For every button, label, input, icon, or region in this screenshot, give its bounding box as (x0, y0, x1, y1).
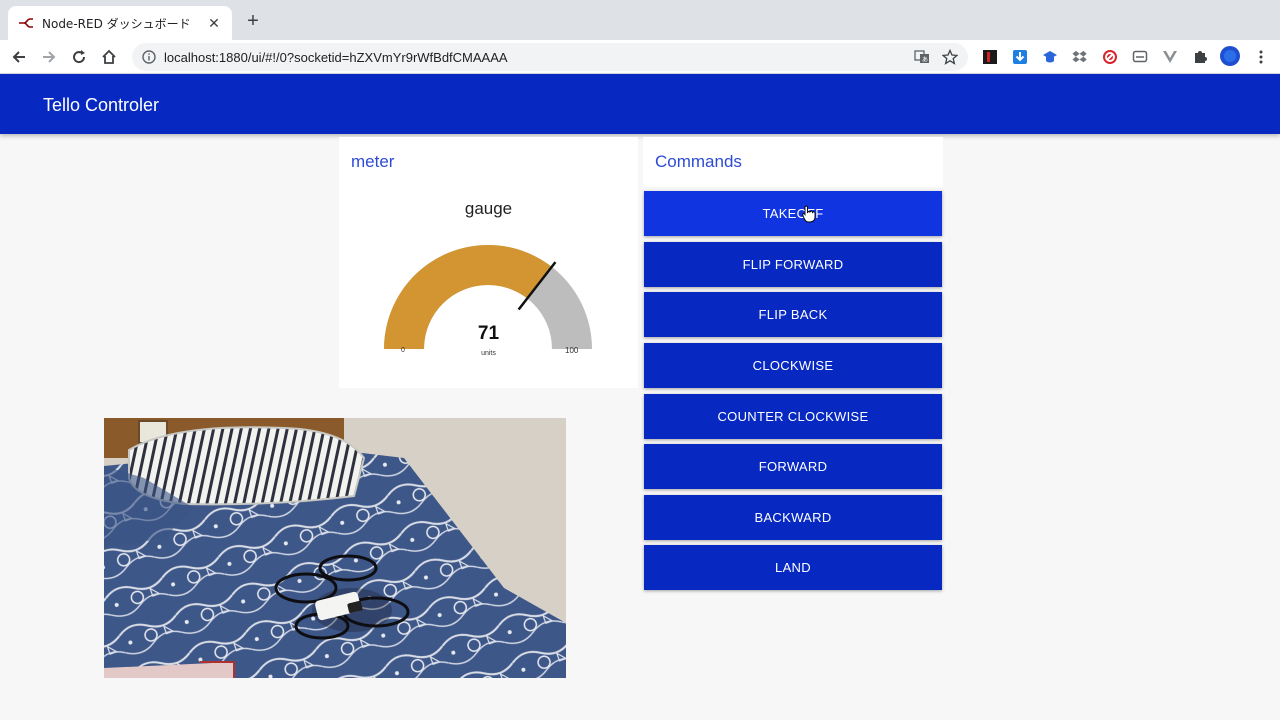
url-text: localhost:1880/ui/#!/0?socketid=hZXVmYr9… (164, 49, 508, 65)
chat-extension-icon[interactable] (1131, 48, 1149, 66)
commands-card-title: Commands (655, 152, 742, 171)
gauge-value: 71 (477, 323, 500, 344)
forward-icon[interactable] (38, 46, 60, 68)
profile-avatar[interactable] (1220, 46, 1240, 66)
gauge-max-label: 100 (565, 346, 579, 355)
dropbox-icon[interactable] (1071, 48, 1089, 66)
node-red-favicon-icon (18, 15, 34, 31)
reload-icon[interactable] (68, 46, 90, 68)
vue-devtools-icon[interactable] (1161, 48, 1179, 66)
address-bar[interactable]: localhost:1880/ui/#!/0?socketid=hZXVmYr9… (132, 43, 968, 71)
extension-red-icon[interactable] (981, 48, 999, 66)
dashboard-header: Tello Controler (0, 74, 1280, 134)
home-icon[interactable] (98, 46, 120, 68)
gauge-units: units (481, 350, 496, 357)
block-extension-icon[interactable] (1101, 48, 1119, 66)
counter-clockwise-button[interactable]: COUNTER CLOCKWISE (644, 394, 942, 439)
clockwise-button[interactable]: CLOCKWISE (644, 343, 942, 388)
browser-tabstrip: Node-RED ダッシュボード ✕ + (0, 0, 1280, 40)
backward-button[interactable]: BACKWARD (644, 495, 942, 540)
back-icon[interactable] (8, 46, 30, 68)
new-tab-icon[interactable]: + (244, 11, 262, 31)
download-extension-icon[interactable] (1011, 48, 1029, 66)
svg-text:あ: あ (922, 57, 928, 64)
graduation-cap-icon[interactable] (1041, 48, 1059, 66)
commands-card: Commands (643, 137, 943, 187)
tab-close-icon[interactable]: ✕ (206, 15, 222, 31)
takeoff-button[interactable]: TAKEOFF (644, 191, 942, 236)
flip-back-button[interactable]: FLIP BACK (644, 292, 942, 337)
translate-icon[interactable]: あ (912, 47, 932, 67)
gauge-min-label: 0 (401, 347, 405, 354)
bookmark-star-icon[interactable] (940, 47, 960, 67)
hand-cursor-icon (802, 205, 816, 223)
land-button[interactable]: LAND (644, 545, 942, 590)
browser-tab[interactable]: Node-RED ダッシュボード ✕ (8, 6, 232, 40)
flip-forward-button[interactable]: FLIP FORWARD (644, 242, 942, 287)
camera-feed-image (104, 418, 566, 678)
forward-button[interactable]: FORWARD (644, 444, 942, 489)
tab-title: Node-RED ダッシュボード (42, 16, 191, 31)
site-info-icon[interactable] (140, 48, 158, 66)
browser-menu-icon[interactable] (1252, 48, 1270, 66)
browser-toolbar: localhost:1880/ui/#!/0?socketid=hZXVmYr9… (0, 40, 1280, 74)
extensions-puzzle-icon[interactable] (1191, 48, 1209, 66)
dashboard-title: Tello Controler (43, 95, 160, 115)
meter-card: meter gauge 71 units 0 100 (339, 137, 638, 388)
